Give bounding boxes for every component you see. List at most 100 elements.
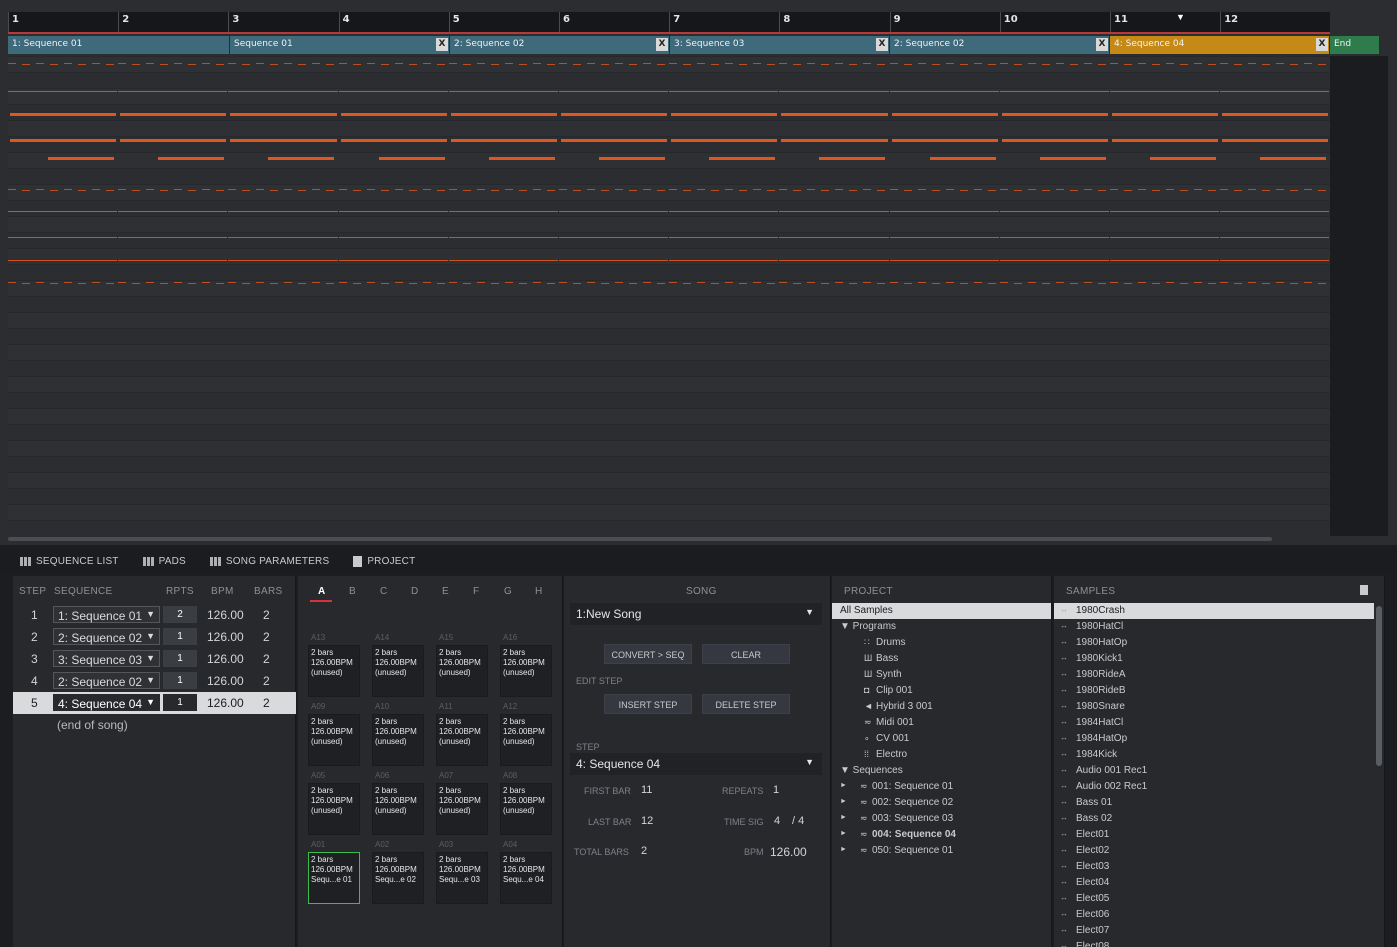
pad-a07[interactable]: A07 2 bars 126.00BPM (unused) (436, 771, 488, 835)
pad-bank-a[interactable]: A (318, 586, 325, 597)
sequence-select[interactable]: 2: Sequence 02 ▼ (53, 672, 160, 689)
bar-number[interactable]: 11 (1114, 14, 1128, 25)
pad-a04[interactable]: A04 2 bars 126.00BPM Sequ...e 04 (500, 840, 552, 904)
pad-bank-h[interactable]: H (535, 586, 542, 597)
tab-sequence-list[interactable]: SEQUENCE LIST (20, 556, 119, 567)
sample-item[interactable]: ↔ 1980RideA (1054, 667, 1374, 683)
project-tree-item[interactable]: ► ≂ 001: Sequence 01 (832, 779, 1051, 795)
sample-item[interactable]: ↔ Elect07 (1054, 923, 1374, 939)
pad-a15[interactable]: A15 2 bars 126.00BPM (unused) (436, 633, 488, 697)
project-tree-item[interactable]: ≂ Midi 001 (832, 715, 1051, 731)
sample-item[interactable]: ↔ 1980Snare (1054, 699, 1374, 715)
sample-item[interactable]: ↔ 1984Kick (1054, 747, 1374, 763)
song-step-segment[interactable]: 1: Sequence 01 (8, 36, 230, 54)
sample-item[interactable]: ↔ 1980RideB (1054, 683, 1374, 699)
sequence-list-row[interactable]: 2 2: Sequence 02 ▼ 1 126.00 2 (13, 626, 296, 648)
bar-number[interactable]: 6 (563, 14, 570, 25)
bar-number[interactable]: 9 (894, 14, 901, 25)
pad-a16[interactable]: A16 2 bars 126.00BPM (unused) (500, 633, 552, 697)
project-tree-item[interactable]: ► ≂ 002: Sequence 02 (832, 795, 1051, 811)
bpm-value[interactable]: 126.00 (207, 608, 244, 622)
convert-to-seq-button[interactable]: CONVERT > SEQ (604, 644, 692, 664)
bar-number[interactable]: 8 (783, 14, 790, 25)
sample-item[interactable]: ↔ 1980HatOp (1054, 635, 1374, 651)
playhead-marker[interactable]: ▼ (1176, 12, 1185, 22)
sequence-strip[interactable]: 1: Sequence 01 Sequence 01 X 2: Sequence 02… (8, 36, 1380, 54)
repeats-field[interactable]: 1 (163, 650, 197, 667)
bpm-value[interactable]: 126.00 (207, 674, 244, 688)
pad-a02[interactable]: A02 2 bars 126.00BPM Sequ...e 02 (372, 840, 424, 904)
project-tree-item[interactable]: Ш Bass (832, 651, 1051, 667)
pad-a03[interactable]: A03 2 bars 126.00BPM Sequ...e 03 (436, 840, 488, 904)
close-icon[interactable]: X (1316, 38, 1328, 51)
pad-a08[interactable]: A08 2 bars 126.00BPM (unused) (500, 771, 552, 835)
expand-arrow-icon[interactable]: ► (840, 798, 847, 805)
sequence-list-row[interactable]: 3 3: Sequence 03 ▼ 1 126.00 2 (13, 648, 296, 670)
tab-song-parameters[interactable]: SONG PARAMETERS (209, 556, 329, 567)
pad-bank-g[interactable]: G (504, 586, 512, 597)
sample-item[interactable]: ↔ Elect08 (1054, 939, 1374, 947)
sample-item[interactable]: ↔ Elect02 (1054, 843, 1374, 859)
samples-scrollbar[interactable] (1376, 606, 1382, 766)
song-step-segment[interactable]: 2: Sequence 02 X (450, 36, 670, 54)
sample-item[interactable]: ↔ 1984HatCl (1054, 715, 1374, 731)
pad-bank-c[interactable]: C (380, 586, 387, 597)
pad-bank-f[interactable]: F (473, 586, 479, 597)
sample-item[interactable]: ↔ Elect05 (1054, 891, 1374, 907)
pad-bank-d[interactable]: D (411, 586, 418, 597)
project-tree-item[interactable]: All Samples (832, 603, 1051, 619)
trash-icon[interactable] (1360, 585, 1368, 595)
sequence-list-row[interactable]: 5 4: Sequence 04 ▼ 1 126.00 2 (13, 692, 296, 714)
sample-item[interactable]: ↔ 1984HatOp (1054, 731, 1374, 747)
project-tree-item[interactable]: ⁞⁞ Electro (832, 747, 1051, 763)
expand-arrow-icon[interactable]: ► (840, 782, 847, 789)
sample-item[interactable]: ↔ Bass 02 (1054, 811, 1374, 827)
project-tree-item[interactable]: ◘ Clip 001 (832, 683, 1051, 699)
song-step-segment[interactable]: 4: Sequence 04 X (1110, 36, 1330, 54)
pad-bank-b[interactable]: B (349, 586, 356, 597)
repeats-field[interactable]: 2 (163, 606, 197, 623)
bar-ruler[interactable]: 1 2 3 4 5 6 7 8 9 10 11 12 (8, 12, 1330, 34)
project-tree-item[interactable]: ∷ Drums (832, 635, 1051, 651)
close-icon[interactable]: X (1096, 38, 1108, 51)
bpm-value[interactable]: 126.00 (770, 845, 807, 859)
sample-item[interactable]: ↔ Elect06 (1054, 907, 1374, 923)
project-tree-item[interactable]: ► ≂ 004: Sequence 04 (832, 827, 1051, 843)
expand-arrow-icon[interactable]: ► (840, 814, 847, 821)
project-tree-item[interactable]: ▼ Sequences (832, 763, 1051, 779)
song-timeline[interactable]: 1 2 3 4 5 6 7 8 9 10 11 12 1: Sequence 01 Sequence 0… (0, 0, 1397, 545)
sample-item[interactable]: ↔ Elect03 (1054, 859, 1374, 875)
sequence-select[interactable]: 1: Sequence 01 ▼ (53, 606, 160, 623)
sequence-list-row[interactable]: 4 2: Sequence 02 ▼ 1 126.00 2 (13, 670, 296, 692)
sequence-select[interactable]: 4: Sequence 04 ▼ (53, 694, 160, 711)
step-select[interactable]: 4: Sequence 04 ▼ (570, 753, 822, 775)
project-tree-item[interactable]: ► ≂ 003: Sequence 03 (832, 811, 1051, 827)
bpm-value[interactable]: 126.00 (207, 630, 244, 644)
sample-item[interactable]: ↔ 1980Kick1 (1054, 651, 1374, 667)
sample-item[interactable]: ↔ Audio 002 Rec1 (1054, 779, 1374, 795)
tab-project[interactable]: PROJECT (353, 555, 415, 567)
close-icon[interactable]: X (656, 38, 668, 51)
sample-item[interactable]: ↔ 1980HatCl (1054, 619, 1374, 635)
expand-arrow-icon[interactable]: ► (840, 846, 847, 853)
project-tree-item[interactable]: ◄ Hybrid 3 001 (832, 699, 1051, 715)
song-step-segment[interactable]: 3: Sequence 03 X (670, 36, 890, 54)
repeats-field[interactable]: 1 (163, 628, 197, 645)
bar-number[interactable]: 4 (343, 14, 350, 25)
sample-item[interactable]: ↔ 1980Crash (1054, 603, 1374, 619)
bar-number[interactable]: 3 (232, 14, 239, 25)
sample-item[interactable]: ↔ Bass 01 (1054, 795, 1374, 811)
expand-arrow-icon[interactable]: ► (840, 830, 847, 837)
song-end-marker[interactable]: End (1330, 36, 1380, 54)
last-bar-value[interactable]: 12 (641, 815, 653, 827)
repeats-value[interactable]: 1 (773, 784, 779, 796)
tab-pads[interactable]: PADS (142, 556, 186, 567)
delete-step-button[interactable]: DELETE STEP (702, 694, 790, 714)
bar-number[interactable]: 2 (122, 14, 129, 25)
pad-a12[interactable]: A12 2 bars 126.00BPM (unused) (500, 702, 552, 766)
sequence-list-row[interactable]: 1 1: Sequence 01 ▼ 2 126.00 2 (13, 604, 296, 626)
pad-bank-e[interactable]: E (442, 586, 449, 597)
bar-number[interactable]: 5 (453, 14, 460, 25)
song-step-segment[interactable]: 2: Sequence 02 X (890, 36, 1110, 54)
project-tree-item[interactable]: ► ≂ 050: Sequence 01 (832, 843, 1051, 859)
